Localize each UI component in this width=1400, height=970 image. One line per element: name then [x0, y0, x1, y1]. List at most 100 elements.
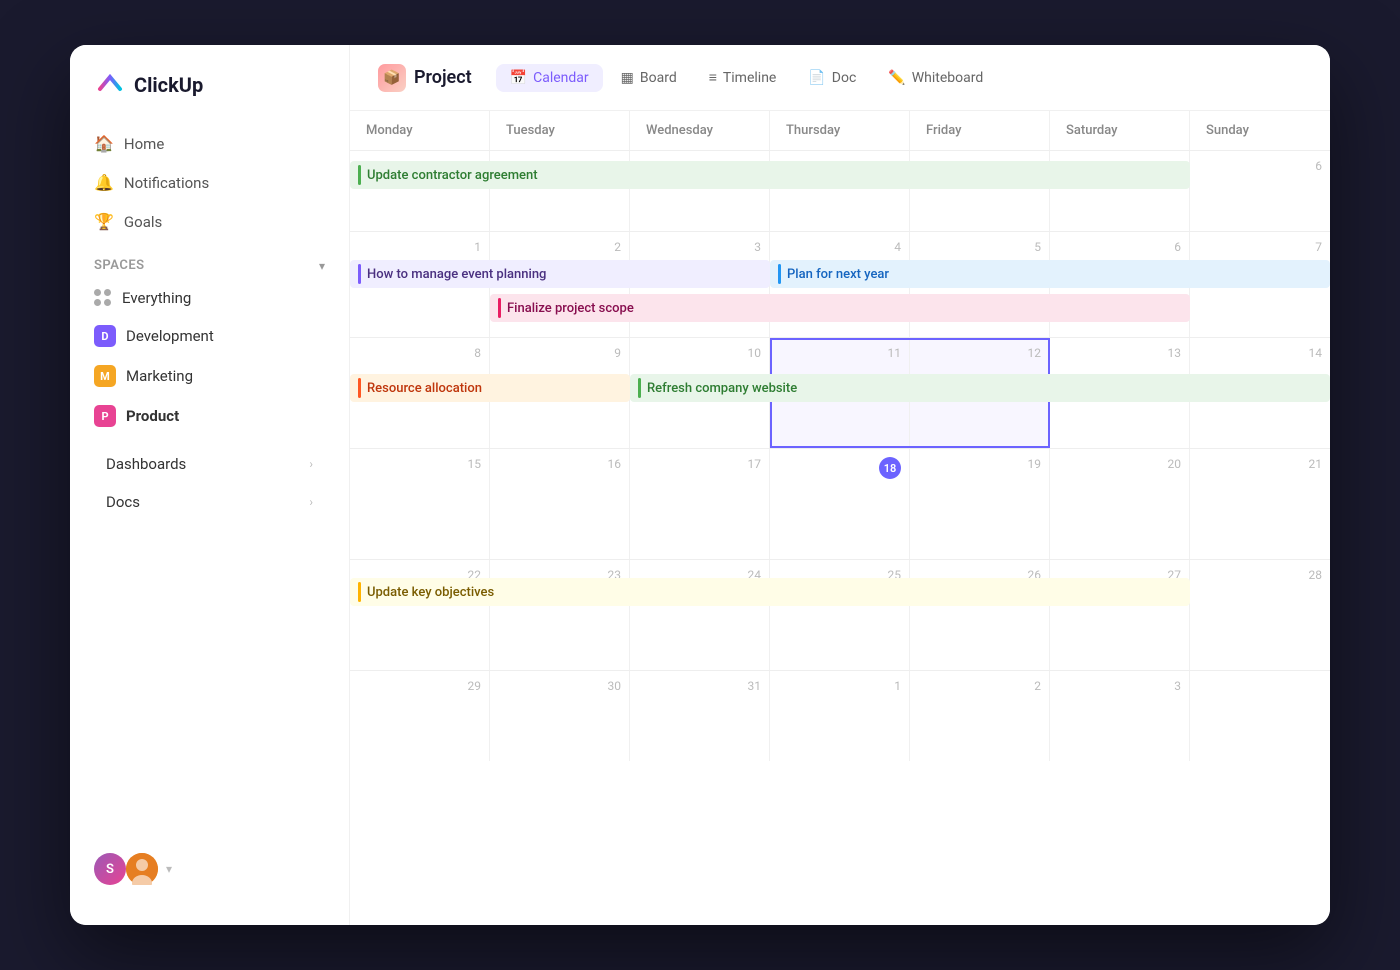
event-resource-allocation[interactable]: Resource allocation — [350, 374, 630, 402]
calendar-day[interactable]: 16 — [490, 449, 630, 559]
calendar-day[interactable]: 24 — [630, 560, 770, 670]
calendar-day[interactable]: 1 — [770, 671, 910, 761]
day-number: 17 — [638, 457, 761, 471]
day-header-friday: Friday — [910, 111, 1050, 150]
day-number: 29 — [358, 679, 481, 693]
avatar-user2[interactable] — [126, 853, 158, 885]
day-header-wednesday: Wednesday — [630, 111, 770, 150]
bell-icon: 🔔 — [94, 173, 114, 192]
main-content: 📦 Project 📅 Calendar ▦ Board ≡ Timeline … — [350, 45, 1330, 925]
calendar-day[interactable]: 29 — [350, 671, 490, 761]
event-manage-event[interactable]: How to manage event planning — [350, 260, 770, 288]
event-color-bar — [498, 298, 501, 318]
sidebar-item-marketing[interactable]: M Marketing — [82, 357, 337, 395]
calendar-day[interactable]: 27 — [1050, 560, 1190, 670]
calendar-day[interactable]: 25 — [770, 560, 910, 670]
calendar-day[interactable]: 6 — [1190, 151, 1330, 231]
sidebar-item-label: Goals — [124, 213, 162, 231]
calendar-day[interactable]: 2 — [910, 671, 1050, 761]
day-number: 4 — [778, 240, 901, 254]
day-header-monday: Monday — [350, 111, 490, 150]
avatar-user1[interactable]: S — [94, 853, 126, 885]
day-number: 20 — [1058, 457, 1181, 471]
calendar-container: Monday Tuesday Wednesday Thursday Friday… — [350, 111, 1330, 925]
project-title: 📦 Project — [378, 64, 472, 92]
sidebar-item-home[interactable]: 🏠 Home — [82, 125, 337, 162]
event-plan-next-year[interactable]: Plan for next year — [770, 260, 1330, 288]
day-number: 1 — [358, 240, 481, 254]
sidebar-footer: S ▾ — [70, 837, 349, 901]
day-number: 6 — [1058, 240, 1181, 254]
space-label: Everything — [122, 289, 191, 307]
event-finalize-scope[interactable]: Finalize project scope — [490, 294, 1190, 322]
tab-calendar[interactable]: 📅 Calendar — [496, 64, 603, 92]
docs-label: Docs — [106, 493, 140, 511]
event-update-objectives[interactable]: Update key objectives — [350, 578, 1190, 606]
calendar-day[interactable]: 30 — [490, 671, 630, 761]
calendar-day[interactable]: 28 — [1190, 560, 1330, 670]
calendar-day[interactable]: 21 — [1190, 449, 1330, 559]
day-number: 8 — [358, 346, 481, 360]
week-days-row: 22 23 24 25 26 27 — [350, 560, 1330, 670]
event-label: Update key objectives — [367, 585, 494, 600]
calendar-day[interactable]: 3 — [1050, 671, 1190, 761]
event-color-bar — [358, 378, 361, 398]
calendar-day[interactable]: 15 — [350, 449, 490, 559]
calendar-week-2: 8 9 10 11 12 13 — [350, 338, 1330, 449]
tab-board[interactable]: ▦ Board — [607, 64, 691, 92]
calendar-day[interactable]: 31 — [630, 671, 770, 761]
calendar-day[interactable]: 18 — [770, 449, 910, 559]
sidebar-item-docs[interactable]: Docs › — [82, 483, 337, 521]
calendar-day[interactable]: 22 — [350, 560, 490, 670]
day-number: 3 — [638, 240, 761, 254]
tab-label: Doc — [832, 70, 857, 86]
app-window: ClickUp 🏠 Home 🔔 Notifications 🏆 Goals S… — [70, 45, 1330, 925]
logo: ClickUp — [70, 69, 349, 125]
avatar-dropdown-icon[interactable]: ▾ — [166, 862, 172, 876]
calendar-week-4: 22 23 24 25 26 27 — [350, 560, 1330, 671]
space-label: Marketing — [126, 367, 193, 385]
calendar-day[interactable]: 20 — [1050, 449, 1190, 559]
tab-label: Whiteboard — [912, 70, 984, 86]
calendar-day[interactable] — [1190, 671, 1330, 761]
sidebar-item-dashboards[interactable]: Dashboards › — [82, 445, 337, 483]
week-days-row: 29 30 31 1 2 3 — [350, 671, 1330, 761]
day-number: 11 — [778, 346, 901, 360]
spaces-label: Spaces — [94, 258, 145, 273]
tab-label: Board — [640, 70, 677, 86]
calendar-day[interactable]: 26 — [910, 560, 1050, 670]
sidebar-nav: 🏠 Home 🔔 Notifications 🏆 Goals — [70, 125, 349, 242]
trophy-icon: 🏆 — [94, 212, 114, 231]
event-label: Plan for next year — [787, 267, 889, 282]
day-number: 28 — [1198, 568, 1322, 582]
tab-doc[interactable]: 📄 Doc — [794, 64, 870, 92]
event-update-contractor[interactable]: Update contractor agreement — [350, 161, 1190, 189]
clickup-logo-icon — [94, 69, 126, 101]
day-number: 15 — [358, 457, 481, 471]
calendar-day[interactable]: 17 — [630, 449, 770, 559]
sidebar-item-everything[interactable]: Everything — [82, 281, 337, 315]
sidebar-item-product[interactable]: P Product — [82, 397, 337, 435]
calendar-week-3: 15 16 17 18 19 — [350, 449, 1330, 560]
calendar-week-1: 1 2 3 4 5 6 — [350, 232, 1330, 338]
spaces-header[interactable]: Spaces ▾ — [70, 242, 349, 281]
sidebar-item-notifications[interactable]: 🔔 Notifications — [82, 164, 337, 201]
day-header-thursday: Thursday — [770, 111, 910, 150]
tab-whiteboard[interactable]: ✏️ Whiteboard — [874, 64, 997, 92]
day-header-tuesday: Tuesday — [490, 111, 630, 150]
day-number: 31 — [638, 679, 761, 693]
calendar-day[interactable]: 23 — [490, 560, 630, 670]
event-refresh-website[interactable]: Refresh company website — [630, 374, 1330, 402]
day-number: 6 — [1198, 159, 1322, 173]
calendar-day[interactable]: 19 — [910, 449, 1050, 559]
everything-icon — [94, 289, 112, 307]
space-avatar-d: D — [94, 325, 116, 347]
tab-timeline[interactable]: ≡ Timeline — [695, 63, 791, 92]
space-avatar-p: P — [94, 405, 116, 427]
home-icon: 🏠 — [94, 134, 114, 153]
day-number: 12 — [918, 346, 1041, 360]
sidebar-item-development[interactable]: D Development — [82, 317, 337, 355]
spaces-list: Everything D Development M Marketing P P… — [70, 281, 349, 437]
sidebar-item-goals[interactable]: 🏆 Goals — [82, 203, 337, 240]
event-label: How to manage event planning — [367, 267, 546, 282]
